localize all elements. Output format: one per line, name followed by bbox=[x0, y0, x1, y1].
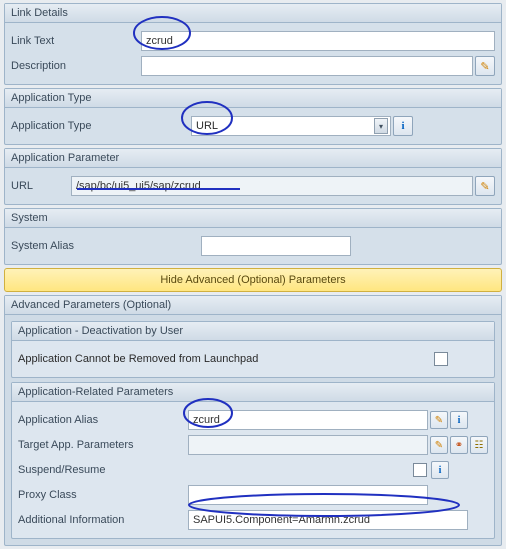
label-cannot-remove: Application Cannot be Removed from Launc… bbox=[18, 353, 434, 365]
panel-app-related: Application-Related Parameters Applicati… bbox=[11, 382, 495, 539]
panel-application-type: Application Type Application Type URL ▾ … bbox=[4, 88, 502, 145]
edit-icon[interactable]: ✎ bbox=[430, 436, 448, 454]
input-target-params[interactable] bbox=[188, 435, 428, 455]
label-description: Description bbox=[11, 60, 141, 72]
chevron-down-icon: ▾ bbox=[374, 118, 388, 134]
edit-icon[interactable]: ✎ bbox=[475, 176, 495, 196]
info-icon[interactable]: i bbox=[393, 116, 413, 136]
info-icon[interactable]: i bbox=[431, 461, 449, 479]
panel-header: Application - Deactivation by User bbox=[12, 322, 494, 341]
input-link-text[interactable] bbox=[141, 31, 495, 51]
label-suspend: Suspend/Resume bbox=[18, 464, 188, 476]
toggle-advanced-params[interactable]: Hide Advanced (Optional) Parameters bbox=[4, 268, 502, 292]
panel-header: System bbox=[5, 209, 501, 228]
panel-header: Advanced Parameters (Optional) bbox=[5, 296, 501, 315]
panel-advanced: Advanced Parameters (Optional) Applicati… bbox=[4, 295, 502, 546]
label-link-text: Link Text bbox=[11, 35, 141, 47]
input-proxy[interactable] bbox=[188, 485, 428, 505]
label-proxy: Proxy Class bbox=[18, 489, 188, 501]
input-description[interactable] bbox=[141, 56, 473, 76]
label-app-alias: Application Alias bbox=[18, 414, 188, 426]
panel-header: Application Type bbox=[5, 89, 501, 108]
input-url[interactable] bbox=[71, 176, 473, 196]
panel-link-details: Link Details Link Text Description ✎ bbox=[4, 3, 502, 85]
label-target-params: Target App. Parameters bbox=[18, 439, 188, 451]
checkbox-suspend[interactable] bbox=[413, 463, 427, 477]
select-app-type[interactable]: URL ▾ bbox=[191, 116, 391, 136]
info-icon[interactable]: i bbox=[450, 411, 468, 429]
input-app-alias[interactable] bbox=[188, 410, 428, 430]
edit-icon[interactable]: ✎ bbox=[430, 411, 448, 429]
panel-header: Application-Related Parameters bbox=[12, 383, 494, 402]
input-system-alias[interactable] bbox=[201, 236, 351, 256]
panel-header: Application Parameter bbox=[5, 149, 501, 168]
select-app-type-value: URL bbox=[196, 120, 218, 132]
input-add-info[interactable] bbox=[188, 510, 468, 530]
graph-icon[interactable]: ⚭ bbox=[450, 436, 468, 454]
panel-system: System System Alias bbox=[4, 208, 502, 265]
label-add-info: Additional Information bbox=[18, 514, 188, 526]
panel-deactivation: Application - Deactivation by User Appli… bbox=[11, 321, 495, 378]
label-app-type: Application Type bbox=[11, 120, 141, 132]
label-system-alias: System Alias bbox=[11, 240, 201, 252]
tree-icon[interactable]: ☷ bbox=[470, 436, 488, 454]
panel-application-parameter: Application Parameter URL ✎ bbox=[4, 148, 502, 205]
checkbox-cannot-remove[interactable] bbox=[434, 352, 448, 366]
panel-header: Link Details bbox=[5, 4, 501, 23]
label-url: URL bbox=[11, 180, 71, 192]
edit-icon[interactable]: ✎ bbox=[475, 56, 495, 76]
